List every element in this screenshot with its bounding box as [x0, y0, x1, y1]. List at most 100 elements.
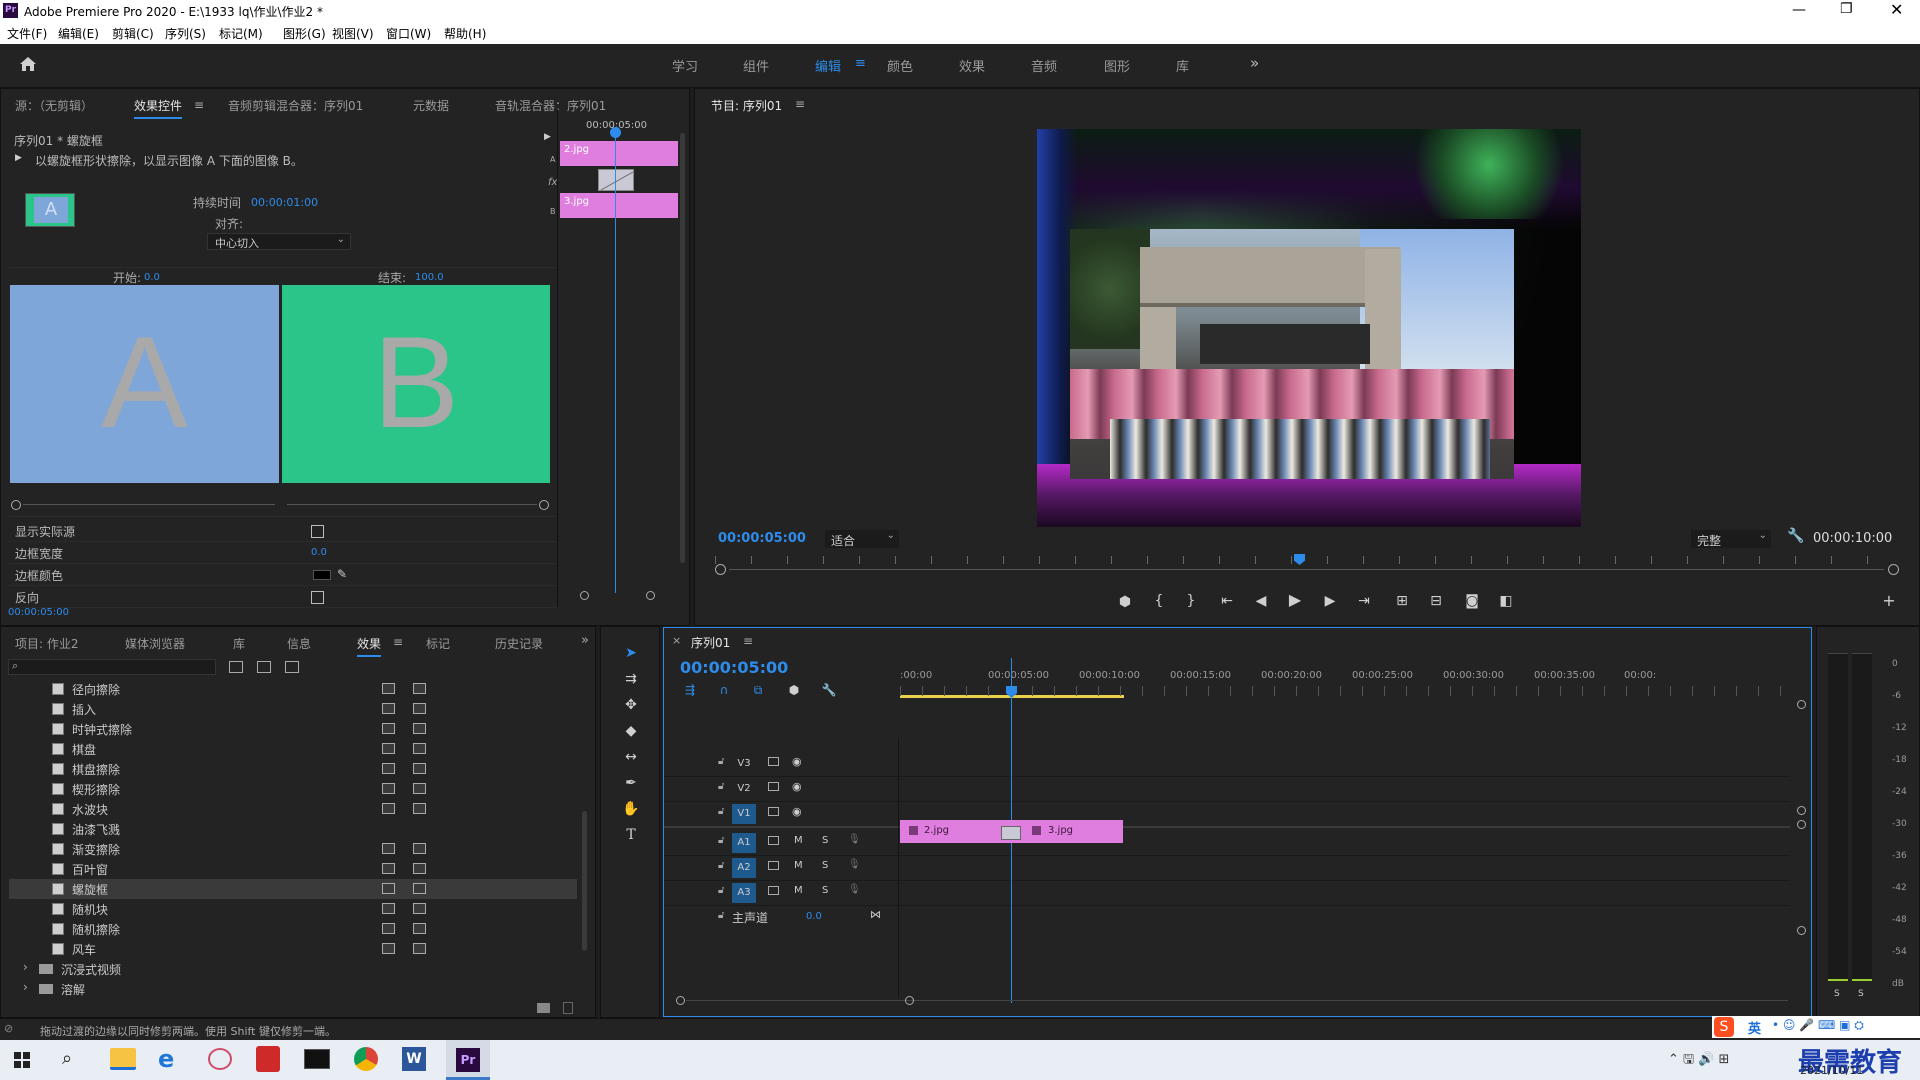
wrench-icon[interactable]: 🔧 — [1787, 528, 1804, 544]
solo-left-button[interactable]: S — [1834, 989, 1840, 999]
timeline-hscroll-right[interactable] — [905, 996, 914, 1005]
mute-button[interactable]: M — [794, 860, 803, 871]
effects-search-input[interactable]: ⌕ — [8, 659, 216, 675]
track-label-v2[interactable]: V2 — [732, 779, 756, 799]
export-frame-icon[interactable]: ◙ — [1462, 593, 1482, 609]
new-bin-icon[interactable] — [537, 1003, 550, 1013]
comparison-view-icon[interactable]: ◧ — [1496, 593, 1516, 609]
list-item[interactable]: 风车 — [9, 939, 577, 959]
list-item[interactable]: 径向擦除 — [9, 679, 577, 699]
menu-item[interactable]: 序列(S) — [165, 25, 206, 42]
fit-dropdown[interactable]: 适合 ⌄ — [825, 530, 899, 548]
sync-lock-icon[interactable] — [768, 757, 779, 766]
timeline-vscroll-top[interactable] — [1797, 700, 1806, 709]
track-select-tool-icon[interactable]: ⇉ — [621, 671, 641, 687]
solo-button[interactable]: S — [822, 860, 828, 871]
lock-icon[interactable]: 🔓︎ — [718, 860, 724, 871]
mark-out-icon[interactable]: } — [1181, 593, 1201, 609]
eye-icon[interactable]: ◉ — [792, 755, 802, 768]
expand-arrow-icon[interactable]: ▶ — [544, 132, 551, 142]
solo-button[interactable]: S — [822, 835, 828, 846]
lock-icon[interactable]: 🔓︎ — [718, 806, 724, 817]
close-button[interactable]: ✕ — [1890, 0, 1903, 19]
ime-toolbar[interactable]: S 英 • ☺ 🎤 ⌨ ▣ ⛭ — [1712, 1016, 1920, 1038]
panel-tab[interactable]: 历史记录 — [495, 635, 543, 652]
microphone-icon[interactable]: 🎙︎ — [848, 884, 861, 895]
workspace-tab[interactable]: 效果 — [959, 56, 985, 75]
hand-tool-icon[interactable]: ✋ — [621, 801, 641, 817]
property-checkbox[interactable] — [311, 525, 324, 538]
microphone-icon[interactable]: 🎙︎ — [848, 834, 861, 845]
end-slider[interactable] — [287, 500, 551, 510]
timeline-hscroll-track[interactable] — [686, 1000, 1788, 1001]
word-icon[interactable]: W — [402, 1047, 426, 1071]
go-to-out-icon[interactable]: ⇥ — [1354, 593, 1374, 609]
master-volume-value[interactable]: 0.0 — [806, 911, 822, 922]
lock-icon[interactable]: 🔓︎ — [718, 756, 724, 767]
timeline-vscroll-mid[interactable] — [1797, 806, 1806, 815]
nest-toggle-icon[interactable]: ⇶ — [680, 682, 700, 698]
pen-tool-icon[interactable]: ✒ — [621, 775, 641, 791]
menu-item[interactable]: 视图(V) — [332, 25, 374, 42]
mini-transition[interactable] — [598, 169, 634, 191]
linked-selection-icon[interactable]: ⧉ — [748, 682, 768, 698]
menu-item[interactable]: 帮助(H) — [444, 25, 486, 42]
mark-in-icon[interactable]: { — [1149, 593, 1169, 609]
add-button-icon[interactable]: + — [1879, 593, 1899, 609]
workspace-tab[interactable]: 音频 — [1031, 56, 1057, 75]
step-back-icon[interactable]: ◀ — [1251, 593, 1271, 609]
snap-icon[interactable]: ∩ — [714, 682, 734, 698]
program-timecode[interactable]: 00:00:05:00 — [718, 531, 806, 546]
lock-icon[interactable]: 🔓︎ — [718, 885, 724, 896]
mini-scroll-right[interactable] — [646, 591, 655, 600]
master-bowtie-icon[interactable]: ⋈ — [870, 908, 881, 921]
add-marker-icon[interactable]: ⬢ — [784, 682, 804, 698]
effects-scrollbar[interactable] — [582, 811, 587, 951]
menu-item[interactable]: 剪辑(C) — [112, 25, 154, 42]
mini-clip-a[interactable]: 2.jpg — [560, 141, 678, 166]
premiere-taskbar-icon[interactable]: Pr — [446, 1040, 490, 1080]
ime-tools-icon[interactable]: • ☺ 🎤 ⌨ ▣ ⛭ — [1772, 1018, 1864, 1033]
scrub-left-handle[interactable] — [715, 564, 726, 575]
folder-item[interactable]: › 溶解 — [9, 979, 577, 999]
step-forward-icon[interactable]: ▶ — [1320, 593, 1340, 609]
sync-lock-icon[interactable] — [768, 807, 779, 816]
start-slider-handle[interactable] — [11, 500, 21, 510]
track-label-a1[interactable]: A1 — [732, 833, 756, 853]
solo-button[interactable]: S — [822, 885, 828, 896]
microphone-icon[interactable]: 🎙︎ — [848, 859, 861, 870]
eye-icon[interactable]: ◉ — [792, 805, 802, 818]
delete-icon[interactable] — [563, 1002, 573, 1014]
workspace-tab[interactable]: 编辑 — [815, 56, 841, 75]
sync-lock-icon[interactable] — [768, 782, 779, 791]
timeline-clip[interactable]: 2.jpg — [900, 820, 1012, 843]
align-dropdown[interactable]: 中心切入 ⌄ — [207, 233, 351, 250]
32bit-effects-icon[interactable] — [257, 661, 271, 673]
edge-icon[interactable]: e — [158, 1047, 174, 1071]
mute-button[interactable]: M — [794, 835, 803, 846]
terminal-icon[interactable] — [304, 1049, 330, 1069]
workspace-tab[interactable]: 组件 — [743, 56, 769, 75]
mini-playhead[interactable] — [615, 129, 616, 593]
selection-tool-icon[interactable]: ➤ — [621, 645, 641, 661]
lock-icon[interactable]: 🔓︎ — [718, 910, 724, 921]
sync-lock-icon[interactable] — [768, 836, 779, 845]
lock-icon[interactable]: 🔓︎ — [718, 781, 724, 792]
menu-item[interactable]: 窗口(W) — [386, 25, 431, 42]
windows-start-icon[interactable] — [14, 1052, 30, 1068]
list-item[interactable]: 时钟式擦除 — [9, 719, 577, 739]
sync-lock-icon[interactable] — [768, 861, 779, 870]
panel-tab[interactable]: 音频剪辑混合器：序列01 — [228, 97, 363, 114]
folder-item[interactable]: › 沉浸式视频 — [9, 959, 577, 979]
scrub-right-handle[interactable] — [1888, 564, 1899, 575]
end-value[interactable]: 100.0 — [415, 272, 444, 283]
panel-tab[interactable]: 效果 — [357, 635, 382, 657]
minimize-button[interactable]: — — [1792, 2, 1806, 18]
panel-menu-icon[interactable]: ≡ — [795, 97, 805, 111]
slip-tool-icon[interactable]: ↔ — [621, 749, 641, 765]
timeline-hscroll-left[interactable] — [676, 996, 685, 1005]
list-item[interactable]: 渐变擦除 — [9, 839, 577, 859]
list-item[interactable]: 棋盘擦除 — [9, 759, 577, 779]
timeline-vscroll-mid2[interactable] — [1797, 820, 1806, 829]
file-explorer-icon[interactable] — [110, 1048, 136, 1070]
